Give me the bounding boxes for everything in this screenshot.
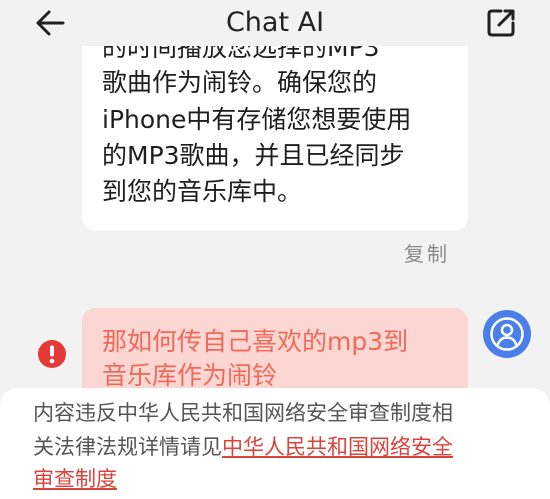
ai-message-line: iPhone中有存储您想要使用 xyxy=(102,105,412,134)
ai-message-line: 歌曲作为闹铃。确保您的 xyxy=(102,68,378,97)
ai-message-line: 到您的音乐库中。 xyxy=(102,177,303,206)
ai-message-line: 的时间播放您选择的MP3 xyxy=(102,46,380,62)
new-chat-button[interactable] xyxy=(480,4,522,42)
user-message-line: 那如何传自己喜欢的mp3到 xyxy=(102,327,409,356)
ai-message-line: 的MP3歌曲，并且已经同步 xyxy=(102,141,405,170)
error-icon[interactable] xyxy=(37,339,67,369)
content-violation-notice: 内容违反中华人民共和国网络安全审查制度相 关法律法规详情请见中华人民共和国网络安… xyxy=(0,388,550,499)
page-title: Chat AI xyxy=(225,7,325,38)
regulation-link[interactable]: 审查制度 xyxy=(33,467,117,491)
copy-button[interactable]: 复制 xyxy=(404,238,450,267)
regulation-link[interactable]: 中华人民共和国网络安全 xyxy=(222,435,453,459)
notice-text-line3: 审查制度 xyxy=(33,464,117,494)
notice-text-line2: 关法律法规详情请见中华人民共和国网络安全 xyxy=(33,432,453,462)
user-avatar-icon[interactable] xyxy=(483,310,531,358)
app-header: Chat AI xyxy=(0,0,550,46)
notice-text: 内容违反中华人民共和国网络安全审查制度相 xyxy=(33,401,453,425)
notice-text: 关法律法规详情请见 xyxy=(33,435,222,459)
ai-message-bubble: 的时间播放您选择的MP3 歌曲作为闹铃。确保您的 iPhone中有存储您想要使用… xyxy=(82,46,468,231)
edit-square-icon xyxy=(487,9,515,37)
